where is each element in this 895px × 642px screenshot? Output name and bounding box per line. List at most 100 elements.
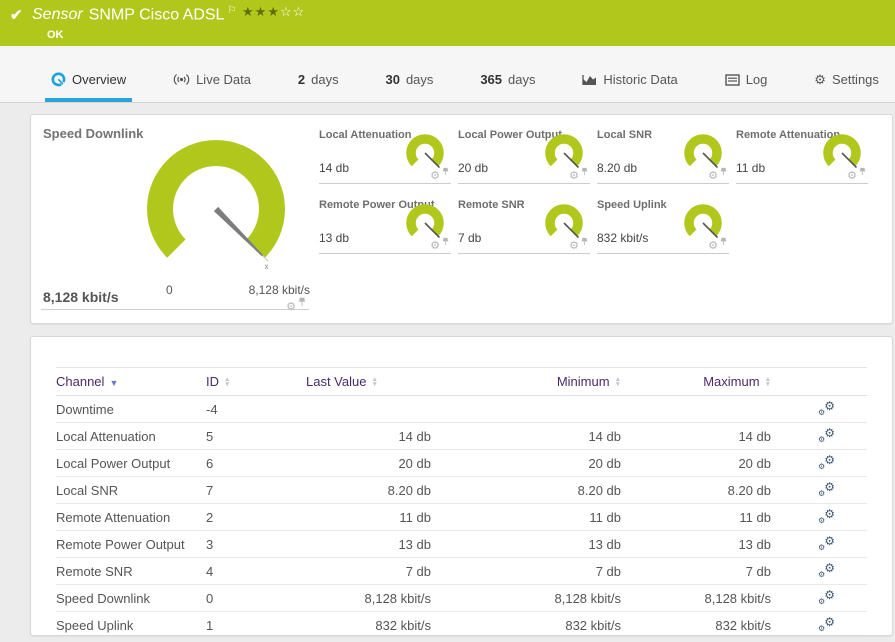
table-row[interactable]: Downtime -4 ⚙ ⚙ [56, 395, 867, 423]
column-header-actions [771, 367, 867, 396]
small-gauge-cell[interactable]: Local Attenuation 14 db ⚙ [319, 127, 451, 184]
small-gauge-cell[interactable]: Remote Power Output 13 db ⚙ [319, 197, 451, 254]
table-row[interactable]: Speed Downlink 0 8,128 kbit/s 8,128 kbit/s 8… [56, 584, 867, 612]
pin-icon[interactable] [720, 233, 727, 251]
star-filled-icon[interactable]: ★ [255, 4, 268, 19]
small-gauge-cell[interactable]: Remote SNR 7 db ⚙ [458, 197, 590, 254]
channel-settings-gears-icon[interactable]: ⚙ ⚙ [818, 453, 835, 471]
sort-icon[interactable]: ▲ ▼ [615, 377, 621, 387]
tab-365-days[interactable]: 365 days [474, 72, 541, 102]
sensor-name[interactable]: SNMP Cisco ADSL [89, 6, 225, 23]
pin-icon[interactable] [442, 163, 449, 181]
gauge-settings-gear-icon[interactable]: ⚙ [569, 241, 579, 252]
sort-icon[interactable]: ▲ ▼ [371, 377, 377, 387]
tab-2-days[interactable]: 2 days [292, 72, 345, 102]
small-gauge-cell[interactable]: Local Power Output 20 db ⚙ [458, 127, 590, 184]
gauge-value: 11 db [736, 161, 766, 175]
column-header-last-value[interactable]: Last Value ▲ ▼ [306, 367, 431, 396]
tab-number: 30 [385, 72, 400, 87]
channel-settings-gears-icon[interactable]: ⚙ ⚙ [818, 588, 835, 606]
cell-last-value: 14 db [306, 422, 431, 450]
gauge-title: Remote SNR [458, 199, 525, 211]
cell-channel[interactable]: Local Power Output [56, 449, 206, 477]
small-gauge-cell[interactable]: Local SNR 8.20 db ⚙ [597, 127, 729, 184]
pin-icon[interactable] [581, 233, 588, 251]
tab-30-days[interactable]: 30 days [379, 72, 439, 102]
sort-icon[interactable]: ▲ ▼ [765, 377, 771, 387]
cell-channel[interactable]: Local Attenuation [56, 422, 206, 450]
sort-icon[interactable]: ▲ ▼ [224, 377, 230, 387]
cell-channel[interactable]: Speed Downlink [56, 584, 206, 612]
primary-gauge-cell[interactable]: Speed Downlink x 0 8,128 kbit/s 8,128 kb… [31, 115, 316, 321]
column-label: Maximum [703, 374, 760, 389]
gauge-actions: ⚙ [430, 163, 449, 182]
cell-channel[interactable]: Remote SNR [56, 557, 206, 585]
gauge-settings-gear-icon[interactable]: ⚙ [430, 241, 440, 252]
channel-settings-gears-icon[interactable]: ⚙ ⚙ [818, 507, 835, 525]
tab-log[interactable]: Log [719, 72, 774, 102]
channel-settings-gears-icon[interactable]: ⚙ ⚙ [818, 480, 835, 498]
star-empty-icon[interactable]: ☆ [280, 4, 293, 19]
star-empty-icon[interactable]: ☆ [293, 4, 306, 19]
pin-icon[interactable] [720, 163, 727, 181]
column-header-channel[interactable]: Channel ▼ [56, 367, 206, 396]
area-chart-icon [582, 74, 597, 86]
table-row[interactable]: Remote Attenuation 2 11 db 11 db 11 db ⚙ ⚙ [56, 503, 867, 531]
table-row[interactable]: Local SNR 7 8.20 db 8.20 db 8.20 db ⚙ ⚙ [56, 476, 867, 504]
status-badge: OK [47, 29, 64, 41]
tab-label: Historic Data [603, 72, 678, 87]
gauge-settings-gear-icon[interactable]: ⚙ [569, 171, 579, 182]
star-filled-icon[interactable]: ★ [267, 4, 280, 19]
gauge-settings-gear-icon[interactable]: ⚙ [847, 171, 857, 182]
tab-settings[interactable]: ⚙ Settings [808, 72, 885, 102]
column-header-maximum[interactable]: Maximum ▲ ▼ [621, 367, 771, 396]
sensor-title: Sensor SNMP Cisco ADSL ⚐ [32, 5, 236, 24]
star-filled-icon[interactable]: ★ [242, 4, 255, 19]
table-row[interactable]: Remote Power Output 3 13 db 13 db 13 db ⚙ ⚙ [56, 530, 867, 558]
small-gauge-cell[interactable]: Remote Attenuation 11 db ⚙ [736, 127, 868, 184]
channel-settings-gears-icon[interactable]: ⚙ ⚙ [818, 399, 835, 417]
cell-channel[interactable]: Speed Uplink [56, 611, 206, 639]
gauge-settings-gear-icon[interactable]: ⚙ [430, 171, 440, 182]
pin-icon[interactable] [859, 163, 866, 181]
scale-min-label: 0 [166, 283, 173, 297]
table-row[interactable]: Speed Uplink 1 832 kbit/s 832 kbit/s 832 kbi… [56, 611, 867, 639]
gauge-actions: ⚙ [708, 233, 727, 252]
gauge-settings-gear-icon[interactable]: ⚙ [708, 171, 718, 182]
gauge-settings-gear-icon[interactable]: ⚙ [708, 241, 718, 252]
pin-icon[interactable] [442, 233, 449, 251]
channel-settings-gears-icon[interactable]: ⚙ ⚙ [818, 615, 835, 633]
table-row[interactable]: Remote SNR 4 7 db 7 db 7 db ⚙ ⚙ [56, 557, 867, 585]
tab-live-data[interactable]: Live Data [167, 72, 257, 102]
cell-channel[interactable]: Remote Attenuation [56, 503, 206, 531]
channel-settings-gears-icon[interactable]: ⚙ ⚙ [818, 534, 835, 552]
tab-overview[interactable]: Overview [45, 72, 133, 102]
column-header-minimum[interactable]: Minimum ▲ ▼ [431, 367, 621, 396]
column-label: Last Value [306, 374, 367, 389]
cell-channel[interactable]: Local SNR [56, 476, 206, 504]
cell-id: 3 [206, 530, 306, 558]
cell-channel[interactable]: Remote Power Output [56, 530, 206, 558]
pin-icon[interactable] [298, 294, 306, 312]
channel-settings-gears-icon[interactable]: ⚙ ⚙ [818, 426, 835, 444]
sort-desc-icon[interactable]: ▼ [109, 378, 118, 388]
tab-historic-data[interactable]: Historic Data [576, 72, 683, 102]
cell-id: 6 [206, 449, 306, 477]
flag-icon[interactable]: ⚐ [227, 5, 236, 16]
cell-minimum: 13 db [431, 530, 621, 558]
pin-icon[interactable] [581, 163, 588, 181]
cell-id: 4 [206, 557, 306, 585]
table-row[interactable]: Local Attenuation 5 14 db 14 db 14 db ⚙ ⚙ [56, 422, 867, 450]
gauge-value: 14 db [319, 161, 350, 175]
small-gauge-cell[interactable]: Speed Uplink 832 kbit/s ⚙ [597, 197, 729, 254]
gauge-actions: ⚙ [430, 233, 449, 252]
column-header-id[interactable]: ID ▲ ▼ [206, 367, 306, 396]
gauge-value: 7 db [458, 231, 482, 245]
cell-channel[interactable]: Downtime [56, 395, 206, 423]
table-row[interactable]: Local Power Output 6 20 db 20 db 20 db ⚙ ⚙ [56, 449, 867, 477]
cell-actions: ⚙ ⚙ [771, 584, 867, 612]
channel-settings-gears-icon[interactable]: ⚙ ⚙ [818, 561, 835, 579]
gauge-settings-gear-icon[interactable]: ⚙ [286, 302, 296, 313]
priority-stars[interactable]: ★★★☆☆ [242, 4, 305, 20]
cell-last-value: 11 db [306, 503, 431, 531]
